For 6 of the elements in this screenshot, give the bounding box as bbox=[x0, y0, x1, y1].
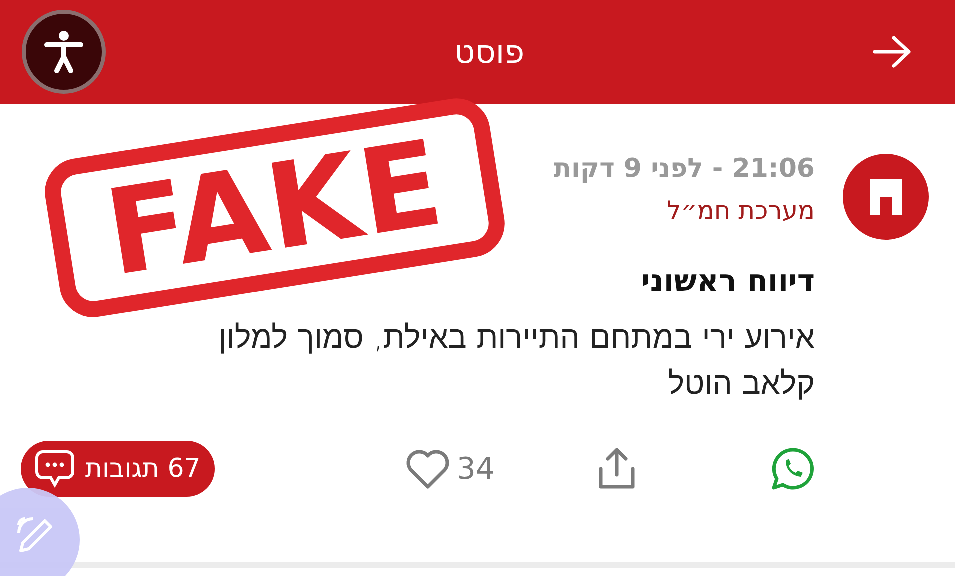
like-count: 34 bbox=[456, 452, 495, 486]
post-headline: דיווח ראשוני bbox=[640, 264, 815, 299]
page-title: פוסט bbox=[453, 33, 526, 71]
post-time: 21:06 - לפני 9 דקות bbox=[554, 154, 815, 184]
comments-button[interactable]: 67 תגובות bbox=[21, 441, 215, 497]
author-name[interactable]: מערכת חמ״ל bbox=[554, 196, 815, 225]
